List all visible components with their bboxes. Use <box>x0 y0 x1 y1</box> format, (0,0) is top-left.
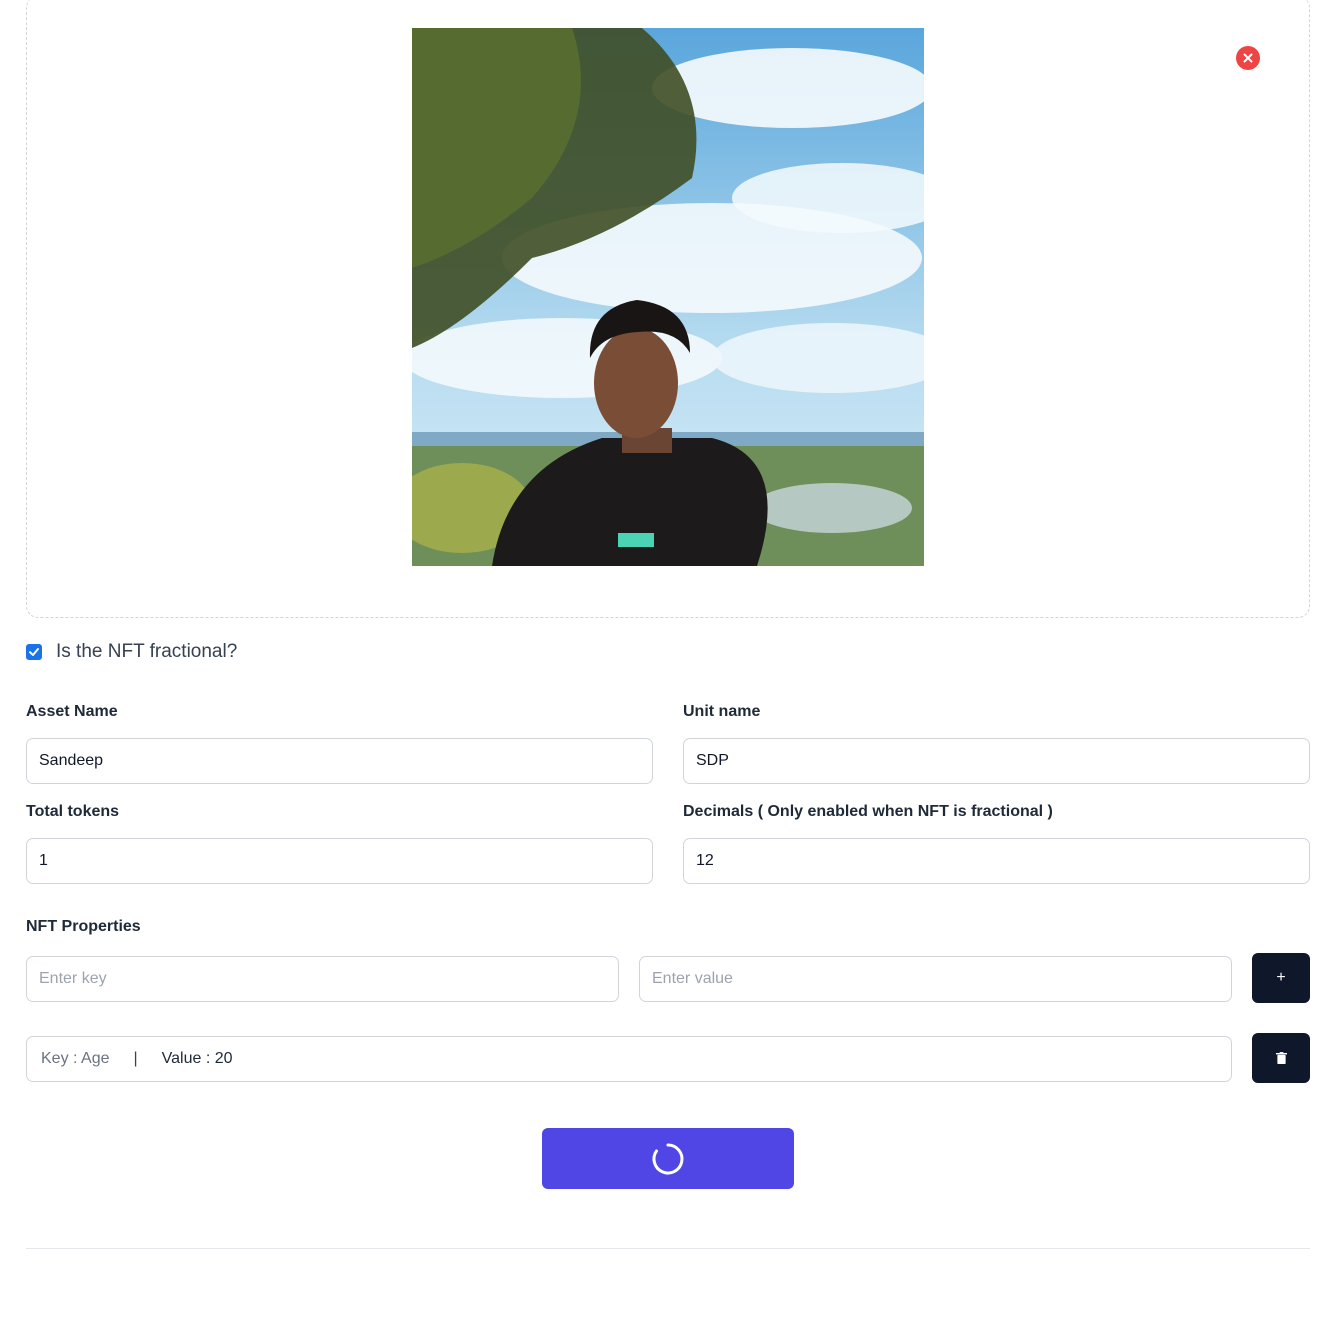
footer-divider <box>26 1248 1310 1249</box>
property-item-value: Value : 20 <box>161 1050 233 1067</box>
nft-image-preview <box>412 28 924 566</box>
portrait-photo <box>412 28 924 566</box>
delete-property-button[interactable] <box>1252 1033 1310 1083</box>
unit-name-label: Unit name <box>683 703 761 720</box>
add-property-button[interactable]: + <box>1252 953 1310 1003</box>
asset-name-input[interactable] <box>26 738 653 784</box>
property-value-input[interactable] <box>639 956 1232 1002</box>
decimals-label: Decimals ( Only enabled when NFT is frac… <box>683 803 1053 820</box>
total-tokens-input[interactable] <box>26 838 653 884</box>
fractional-checkbox[interactable] <box>26 644 42 660</box>
property-item-separator: | <box>133 1050 138 1067</box>
total-tokens-label: Total tokens <box>26 803 120 820</box>
fractional-option: Is the NFT fractional? <box>26 641 237 663</box>
fractional-label: Is the NFT fractional? <box>56 641 238 662</box>
asset-name-label: Asset Name <box>26 703 118 720</box>
plus-icon: + <box>1276 969 1286 986</box>
mint-submit-button[interactable] <box>542 1128 794 1189</box>
remove-image-button[interactable] <box>1236 46 1260 70</box>
nft-properties-label: NFT Properties <box>26 918 141 935</box>
loading-spinner-icon <box>650 1141 686 1177</box>
property-key-input[interactable] <box>26 956 619 1002</box>
trash-icon <box>1275 1051 1287 1064</box>
property-item-key: Key : Age <box>41 1050 110 1067</box>
decimals-input[interactable] <box>683 838 1310 884</box>
close-icon <box>1243 53 1253 63</box>
unit-name-input[interactable] <box>683 738 1310 784</box>
property-item: Key : Age | Value : 20 <box>26 1036 1232 1082</box>
checkmark-icon <box>29 648 39 656</box>
